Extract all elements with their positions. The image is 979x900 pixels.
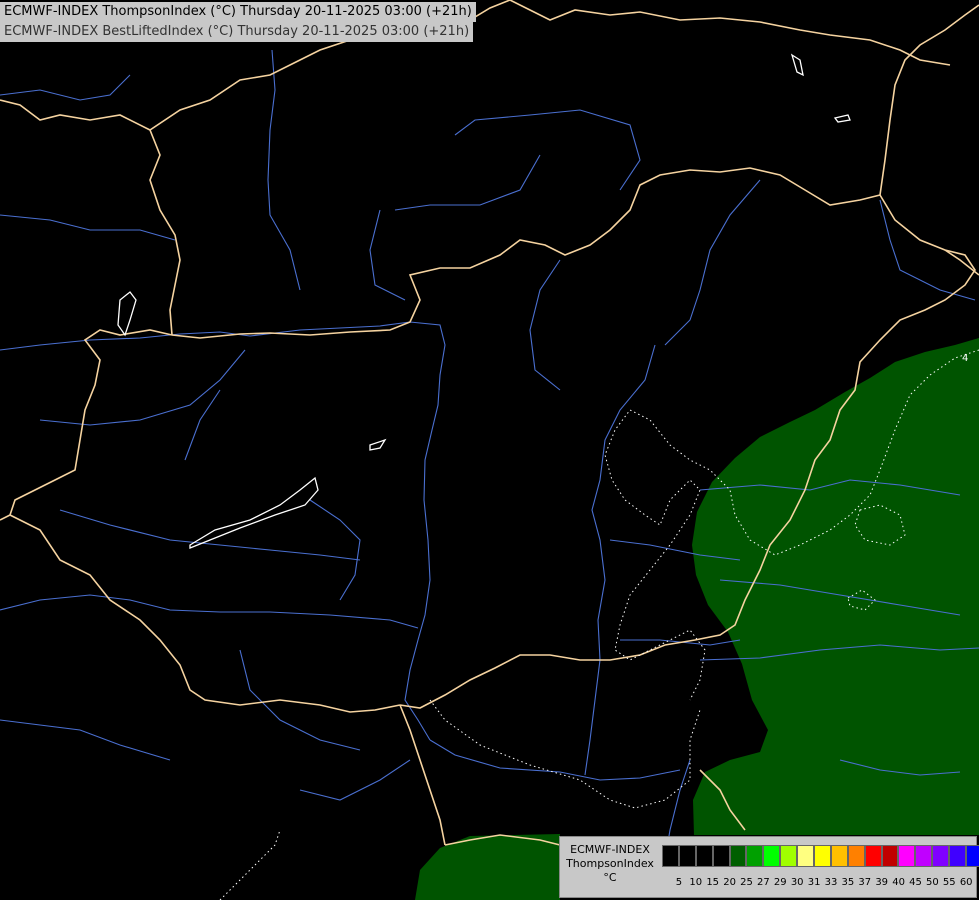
map-title-lifted: ECMWF-INDEX BestLiftedIndex (°C) Thursda… bbox=[0, 22, 474, 42]
legend-swatch bbox=[662, 845, 679, 867]
legend-tick-label: 15 bbox=[706, 877, 720, 888]
legend-swatch bbox=[932, 845, 950, 867]
legend-tick-label: 45 bbox=[909, 877, 922, 888]
legend-swatch bbox=[746, 845, 764, 867]
legend-swatches bbox=[662, 845, 979, 867]
legend-tick-label: 40 bbox=[892, 877, 905, 888]
legend-label: ECMWF-INDEX ThompsonIndex °C bbox=[560, 843, 660, 885]
legend-tick-label: 29 bbox=[773, 877, 787, 888]
legend-tick-label: 25 bbox=[740, 877, 753, 888]
legend-swatch bbox=[949, 845, 967, 867]
legend-tick-label: 20 bbox=[723, 877, 736, 888]
legend-tick-label: 5 bbox=[675, 877, 683, 888]
legend-swatch bbox=[881, 845, 899, 867]
legend-swatch bbox=[712, 845, 730, 867]
legend-tick-label: 10 bbox=[689, 877, 703, 888]
legend-tick-label: 35 bbox=[841, 877, 855, 888]
legend-tick-label: 31 bbox=[807, 877, 821, 888]
legend-swatch bbox=[780, 845, 798, 867]
legend-unit: °C bbox=[603, 871, 617, 884]
contour-label: 4 bbox=[962, 353, 968, 364]
color-legend: ECMWF-INDEX ThompsonIndex °C 5 10 15 20 25 27… bbox=[559, 836, 979, 898]
legend-tick-label: 60 bbox=[959, 877, 973, 888]
legend-swatch bbox=[898, 845, 916, 867]
legend-tick-label: 37 bbox=[858, 877, 872, 888]
legend-model: ECMWF-INDEX bbox=[570, 843, 650, 856]
legend-swatch bbox=[847, 845, 865, 867]
legend-swatch bbox=[966, 845, 979, 867]
legend-swatch bbox=[797, 845, 815, 867]
legend-tick-label: 27 bbox=[757, 877, 770, 888]
legend-swatch bbox=[729, 845, 747, 867]
legend-swatch bbox=[678, 845, 696, 867]
legend-tick-label: 30 bbox=[790, 877, 804, 888]
map-title-thompson: ECMWF-INDEX ThompsonIndex (°C) Thursday … bbox=[0, 2, 476, 22]
legend-tick-label: 55 bbox=[942, 877, 956, 888]
weather-map: 4 bbox=[0, 0, 979, 900]
legend-swatch bbox=[864, 845, 882, 867]
legend-parameter: ThompsonIndex bbox=[566, 857, 654, 870]
legend-swatch bbox=[915, 845, 933, 867]
legend-tick-label: 50 bbox=[926, 877, 939, 888]
legend-tick-label: 33 bbox=[824, 877, 838, 888]
legend-swatch bbox=[814, 845, 831, 867]
legend-ticks: 5 10 15 20 25 27 29 30 31 33 35 37 39 40 45 50 55 60 bbox=[670, 877, 979, 891]
legend-swatch bbox=[830, 845, 848, 867]
legend-tick-label: 39 bbox=[875, 877, 889, 888]
legend-swatch bbox=[695, 845, 713, 867]
legend-swatch bbox=[763, 845, 781, 867]
